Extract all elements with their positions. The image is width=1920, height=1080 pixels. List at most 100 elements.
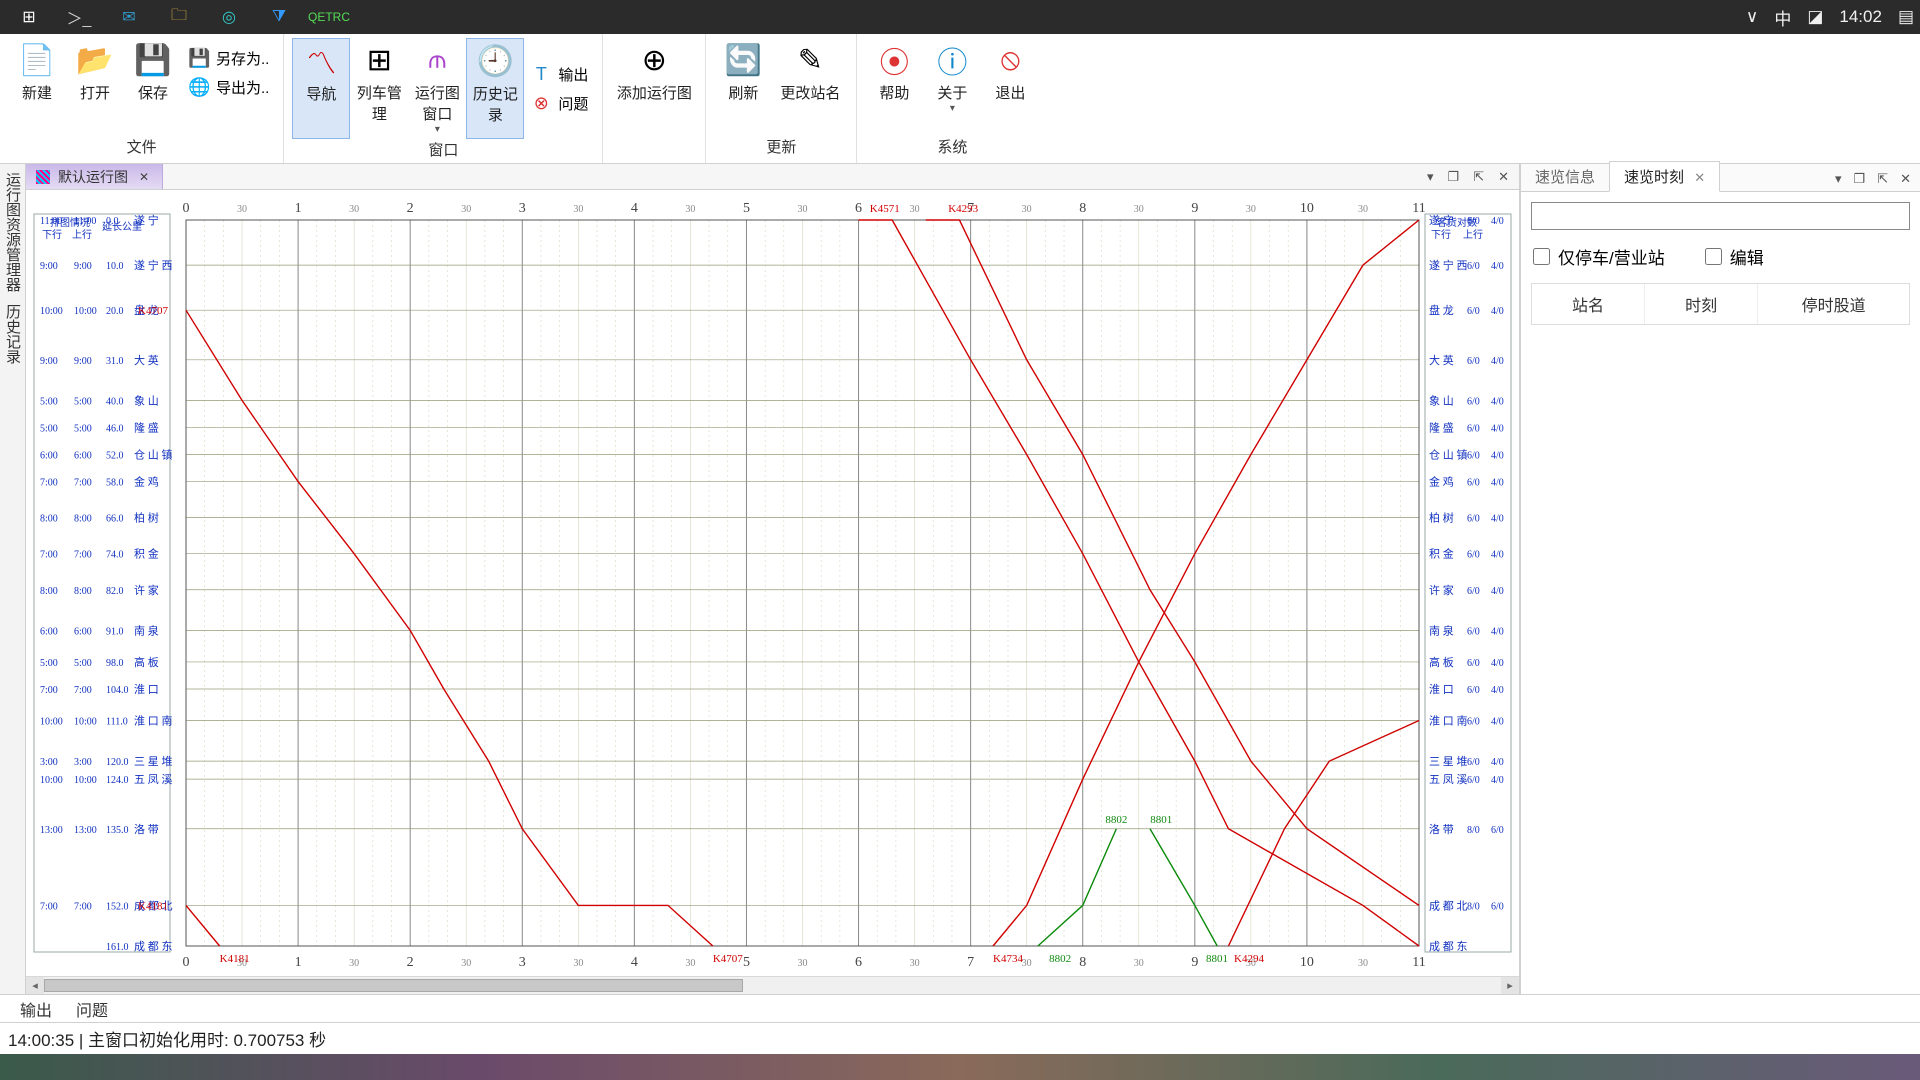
svg-text:9: 9: [1191, 201, 1198, 216]
scroll-track[interactable]: [44, 977, 1501, 994]
history-button[interactable]: 🕘 历史记录: [466, 38, 524, 139]
issues-button[interactable]: ⊗ 问题: [530, 93, 588, 114]
horizontal-scrollbar[interactable]: ◂ ▸: [26, 976, 1519, 994]
diagram-tab[interactable]: 默认运行图 ✕: [26, 164, 163, 189]
svg-text:7:00: 7:00: [74, 685, 92, 696]
svg-text:20.0: 20.0: [106, 306, 124, 317]
lifebuoy-icon: ⦿: [867, 42, 921, 78]
dock-resource-manager[interactable]: 运行图资源管理器: [2, 172, 23, 292]
col-station: 站名: [1532, 284, 1645, 324]
tab-close-button[interactable]: ✕: [136, 169, 152, 185]
svg-text:K4294: K4294: [1234, 953, 1264, 965]
svg-text:10: 10: [1300, 201, 1314, 216]
svg-text:4/0: 4/0: [1491, 626, 1504, 637]
svg-text:6/0: 6/0: [1467, 396, 1480, 407]
svg-text:6/0: 6/0: [1467, 717, 1480, 728]
task-vscode[interactable]: ⧩: [256, 3, 302, 31]
task-mail[interactable]: ✉: [106, 3, 152, 31]
svg-text:6:00: 6:00: [74, 450, 92, 461]
svg-text:遂 宁: 遂 宁: [134, 213, 159, 227]
svg-text:三 星 堆: 三 星 堆: [134, 755, 173, 768]
ribbon-caption-window: 窗口: [292, 139, 594, 164]
saveas-button[interactable]: 💾 另存为..: [188, 48, 269, 69]
svg-text:30: 30: [910, 958, 920, 969]
help-button[interactable]: ⦿ 帮助: [865, 38, 923, 118]
adddiagram-button[interactable]: ⊕ 添加运行图: [611, 38, 697, 107]
svg-text:98.0: 98.0: [106, 658, 124, 669]
svg-text:1: 1: [295, 955, 302, 970]
quicktime-search-input[interactable]: [1531, 202, 1910, 230]
tray-shield-icon[interactable]: ◪: [1807, 7, 1823, 27]
ime-indicator[interactable]: 中: [1774, 5, 1791, 30]
chk-stop-only-box[interactable]: [1533, 248, 1550, 265]
scroll-thumb[interactable]: [44, 979, 743, 992]
export-button[interactable]: 🌐 导出为..: [188, 77, 269, 98]
open-button[interactable]: 📂 打开: [66, 38, 124, 107]
svg-text:许 家: 许 家: [1429, 583, 1454, 597]
train-diagram[interactable]: 0030301130302230303330304430305530306630…: [26, 190, 1519, 976]
svg-text:隆 盛: 隆 盛: [1429, 420, 1454, 434]
diagramwin-button[interactable]: ⫙ 运行图窗口 ▾: [408, 38, 466, 139]
task-app[interactable]: QETRC: [306, 3, 352, 31]
svg-text:4/0: 4/0: [1491, 423, 1504, 434]
svg-text:6/0: 6/0: [1491, 901, 1504, 912]
tab-menu-button[interactable]: ▾: [1423, 169, 1438, 185]
svg-text:6/0: 6/0: [1467, 626, 1480, 637]
bottom-tab-output[interactable]: 输出: [20, 997, 52, 1021]
svg-text:3: 3: [519, 955, 526, 970]
scroll-right-button[interactable]: ▸: [1501, 977, 1519, 994]
task-explorer[interactable]: 🗀: [156, 3, 202, 31]
svg-text:5:00: 5:00: [74, 423, 92, 434]
svg-text:8: 8: [1079, 955, 1086, 970]
edge-icon: ◎: [222, 7, 236, 27]
output-button[interactable]: T 输出: [530, 64, 588, 85]
svg-text:7:00: 7:00: [74, 901, 92, 912]
svg-text:5:00: 5:00: [40, 658, 58, 669]
dock-history[interactable]: 历史记录: [2, 304, 23, 364]
tab-restore-button[interactable]: ❐: [1444, 169, 1464, 185]
svg-text:金 鸡: 金 鸡: [1429, 475, 1454, 489]
rename-button[interactable]: ✎ 更改站名: [772, 38, 848, 107]
svg-text:8:00: 8:00: [74, 586, 92, 597]
rp-restore-button[interactable]: ❐: [1851, 171, 1869, 187]
svg-text:成 都 东: 成 都 东: [1429, 940, 1468, 953]
rp-pin-button[interactable]: ⇱: [1874, 171, 1891, 187]
start-button[interactable]: ⊞: [6, 3, 52, 31]
task-terminal[interactable]: ＞_: [56, 3, 102, 31]
save-button[interactable]: 💾 保存: [124, 38, 182, 107]
chk-stop-only[interactable]: 仅停车/营业站: [1533, 244, 1665, 269]
chk-edit-box[interactable]: [1705, 248, 1722, 265]
about-button[interactable]: ⓘ 关于 ▾: [923, 38, 981, 118]
svg-text:5: 5: [743, 955, 750, 970]
ribbon-group-file: 📄 新建 📂 打开 💾 保存 💾 另存为.. 🌐 导出为..: [0, 34, 284, 163]
new-button[interactable]: 📄 新建: [8, 38, 66, 107]
svg-text:淮 口: 淮 口: [1429, 683, 1454, 696]
svg-text:30: 30: [1358, 958, 1368, 969]
quicktime-table-header: 站名 时刻 停时股道: [1531, 283, 1910, 325]
tab-close-all-button[interactable]: ✕: [1494, 169, 1513, 185]
center-panel: 默认运行图 ✕ ▾ ❐ ⇱ ✕ 003030113030223030333030…: [26, 164, 1520, 994]
rp-menu-button[interactable]: ▾: [1832, 171, 1845, 187]
exit-button[interactable]: ⦸ 退出: [981, 38, 1039, 118]
svg-text:上行: 上行: [72, 228, 92, 241]
chk-edit[interactable]: 编辑: [1705, 244, 1764, 269]
trainmgr-button[interactable]: ⊞ 列车管理: [350, 38, 408, 139]
refresh-button[interactable]: 🔄 刷新: [714, 38, 772, 107]
chevron-down-icon: ▾: [925, 103, 979, 114]
clock[interactable]: 14:02: [1839, 7, 1882, 27]
svg-text:6/0: 6/0: [1467, 550, 1480, 561]
task-edge[interactable]: ◎: [206, 3, 252, 31]
svg-text:6/0: 6/0: [1467, 514, 1480, 525]
tab-quicktime[interactable]: 速览时刻 ✕: [1609, 161, 1720, 192]
tab-pin-button[interactable]: ⇱: [1469, 169, 1488, 185]
scroll-left-button[interactable]: ◂: [26, 977, 44, 994]
tab-quicktime-close[interactable]: ✕: [1694, 170, 1705, 185]
rp-close-button[interactable]: ✕: [1897, 171, 1914, 187]
tray-chevron-icon[interactable]: ∨: [1746, 7, 1758, 27]
nav-button[interactable]: 〽 导航: [292, 38, 350, 139]
notifications-icon[interactable]: ▤: [1898, 7, 1914, 27]
svg-text:五 凤 溪: 五 凤 溪: [1429, 773, 1468, 786]
bottom-tab-issues[interactable]: 问题: [76, 997, 108, 1021]
svg-text:0: 0: [183, 201, 190, 216]
tab-quickinfo[interactable]: 速览信息: [1521, 162, 1609, 191]
